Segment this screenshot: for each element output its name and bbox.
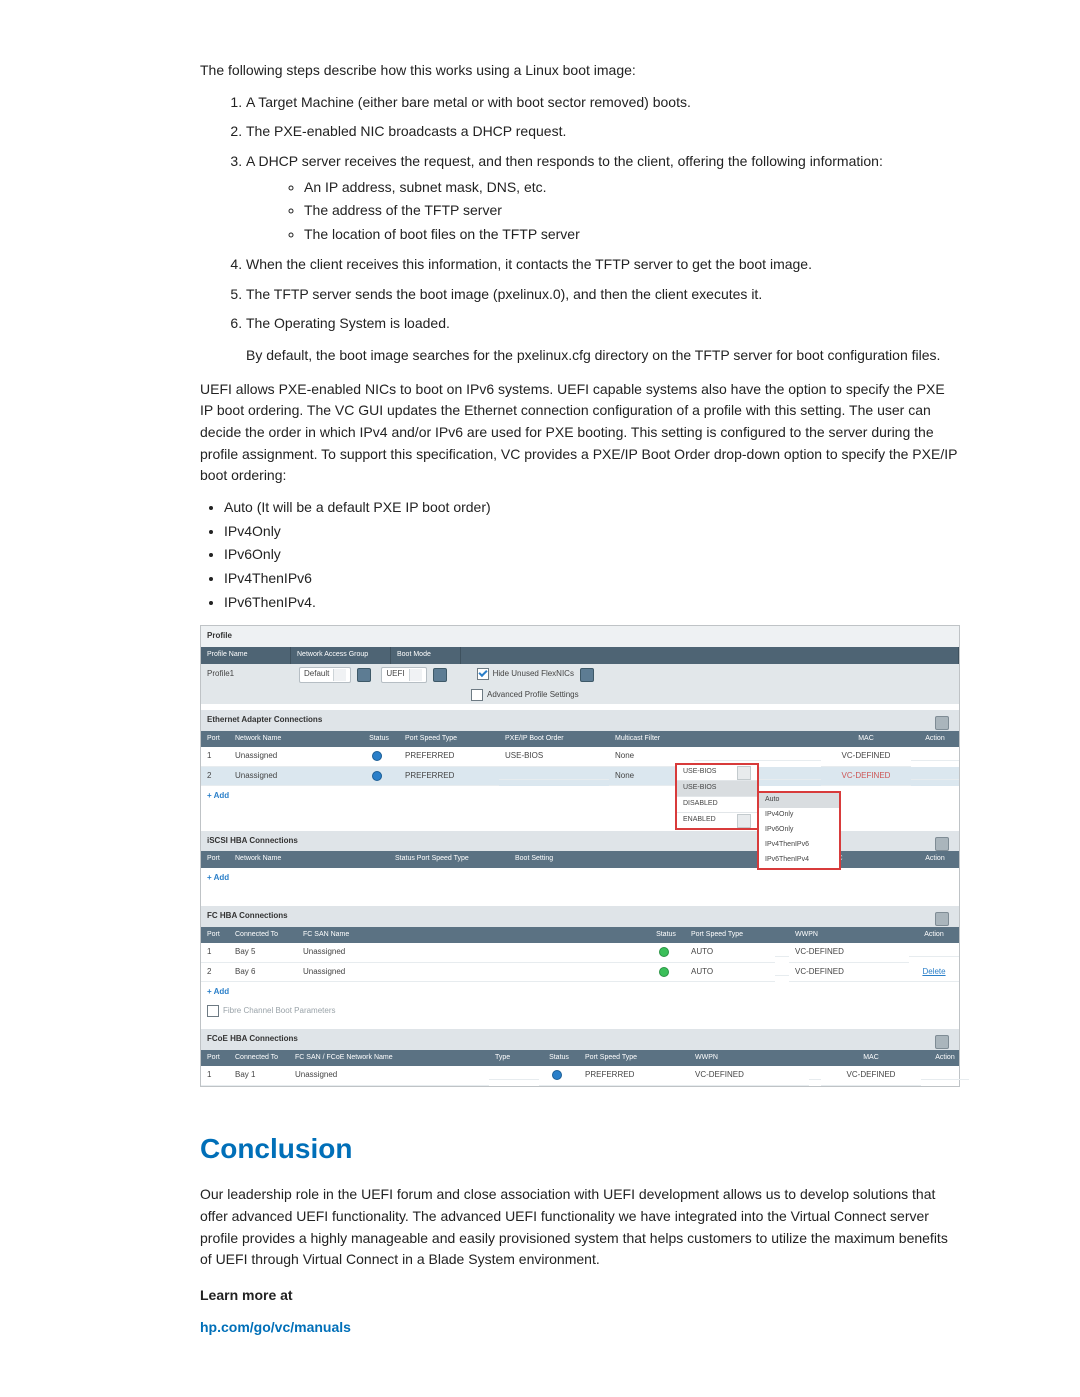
step-sub-item: The address of the TFTP server bbox=[304, 200, 960, 222]
learn-more-label: Learn more at bbox=[200, 1285, 960, 1307]
network-access-group-header: Network Access Group bbox=[291, 647, 391, 664]
checkbox-icon bbox=[471, 689, 483, 701]
chevron-right-icon bbox=[737, 814, 751, 828]
col-port-speed-type: Port Speed Type bbox=[399, 731, 499, 748]
table-row: 1 Bay 1 Unassigned PREFERRED VC-DEFINED … bbox=[201, 1066, 959, 1085]
col-multicast-filter: Multicast Filter bbox=[609, 731, 694, 748]
boot-order-option: IPv4ThenIPv6 bbox=[224, 568, 960, 590]
boot-order-option: Auto (It will be a default PXE IP boot o… bbox=[224, 497, 960, 519]
boot-order-option: IPv6Only bbox=[224, 544, 960, 566]
boot-mode-select[interactable]: UEFI bbox=[381, 667, 426, 683]
fc-boot-params-checkbox[interactable]: Fibre Channel Boot Parameters bbox=[207, 1006, 336, 1015]
fc-hba-panel-title: FC HBA Connections bbox=[201, 906, 959, 926]
col-action: Action bbox=[911, 731, 959, 748]
add-fc-hba-button[interactable]: + Add bbox=[201, 982, 959, 1002]
uefi-paragraph: UEFI allows PXE-enabled NICs to boot on … bbox=[200, 379, 960, 487]
step-sublist: An IP address, subnet mask, DNS, etc. Th… bbox=[278, 177, 960, 246]
step-text: A DHCP server receives the request, and … bbox=[246, 153, 883, 169]
step-text: When the client receives this informatio… bbox=[246, 256, 812, 272]
col-pxe-boot-order: PXE/IP Boot Order bbox=[499, 731, 609, 748]
status-icon bbox=[372, 771, 382, 781]
fcoe-panel-title: FCoE HBA Connections bbox=[201, 1029, 959, 1049]
boot-order-option: IPv4Only bbox=[224, 521, 960, 543]
boot-order-option: IPv6ThenIPv4. bbox=[224, 592, 960, 614]
chevron-down-icon bbox=[737, 766, 751, 780]
nag-action-icon[interactable] bbox=[357, 668, 371, 682]
status-icon bbox=[552, 1070, 562, 1080]
profile-column-header: Profile Name Network Access Group Boot M… bbox=[201, 647, 959, 664]
steps-list: A Target Machine (either bare metal or w… bbox=[200, 92, 960, 335]
col-mac: MAC bbox=[821, 731, 911, 748]
profile-name-header: Profile Name bbox=[201, 647, 291, 664]
col-network-name: Network Name bbox=[229, 731, 359, 748]
collapse-icon[interactable] bbox=[935, 1035, 949, 1049]
ethernet-panel-title: Ethernet Adapter Connections bbox=[201, 710, 959, 730]
table-row: 1 Unassigned PREFERRED USE-BIOS None VC-… bbox=[201, 747, 959, 766]
step-item: When the client receives this informatio… bbox=[246, 254, 960, 276]
collapse-icon[interactable] bbox=[935, 716, 949, 730]
iscsi-header-row: Port Network Name Status Port Speed Type… bbox=[201, 851, 959, 868]
conclusion-heading: Conclusion bbox=[200, 1127, 960, 1170]
table-row: 2 Bay 6 Unassigned AUTO VC-DEFINED Delet… bbox=[201, 963, 959, 982]
step-item: A Target Machine (either bare metal or w… bbox=[246, 92, 960, 114]
add-ethernet-button[interactable]: + Add bbox=[201, 786, 959, 806]
table-row: 2 Unassigned PREFERRED None VC-DEFINED bbox=[201, 767, 959, 786]
profile-name-value[interactable]: Profile1 bbox=[207, 668, 299, 680]
status-icon bbox=[659, 947, 669, 957]
intro-paragraph: The following steps describe how this wo… bbox=[200, 60, 960, 82]
step-item: The TFTP server sends the boot image (px… bbox=[246, 284, 960, 306]
checkbox-icon bbox=[207, 1005, 219, 1017]
add-iscsi-button[interactable]: + Add bbox=[201, 868, 959, 888]
status-icon bbox=[372, 751, 382, 761]
ethernet-header-row: Port Network Name Status Port Speed Type… bbox=[201, 731, 959, 748]
advanced-profile-settings-checkbox[interactable]: Advanced Profile Settings bbox=[471, 689, 579, 702]
step-item: The PXE-enabled NIC broadcasts a DHCP re… bbox=[246, 121, 960, 143]
step-sub-item: An IP address, subnet mask, DNS, etc. bbox=[304, 177, 960, 199]
profile-panel-title: Profile bbox=[201, 626, 959, 646]
step-sub-item: The location of boot files on the TFTP s… bbox=[304, 224, 960, 246]
step-item: A DHCP server receives the request, and … bbox=[246, 151, 960, 246]
conclusion-body: Our leadership role in the UEFI forum an… bbox=[200, 1184, 960, 1271]
table-row: 1 Bay 5 Unassigned AUTO VC-DEFINED bbox=[201, 943, 959, 962]
iscsi-panel-title: iSCSI HBA Connections bbox=[201, 831, 959, 851]
delete-link[interactable]: Delete bbox=[922, 967, 945, 976]
boot-mode-action-icon[interactable] bbox=[433, 668, 447, 682]
pxe-boot-order-dropdown[interactable]: USE-BIOS USE-BIOS DISABLED ENABLED bbox=[675, 763, 759, 830]
network-access-group-select[interactable]: Default bbox=[299, 667, 351, 683]
hide-unused-action-icon[interactable] bbox=[580, 668, 594, 682]
collapse-icon[interactable] bbox=[935, 912, 949, 926]
collapse-icon[interactable] bbox=[935, 837, 949, 851]
col-port: Port bbox=[201, 731, 229, 748]
vc-profile-screenshot: Profile Profile Name Network Access Grou… bbox=[200, 625, 960, 1086]
pxe-ip-order-dropdown[interactable]: Auto IPv4Only IPv6Only IPv4ThenIPv6 IPv6… bbox=[757, 791, 841, 869]
checkbox-icon bbox=[477, 668, 489, 680]
fcoe-header-row: Port Connected To FC SAN / FCoE Network … bbox=[201, 1050, 959, 1067]
advanced-profile-settings-row: Advanced Profile Settings bbox=[201, 686, 959, 705]
fc-header-row: Port Connected To FC SAN Name Status Por… bbox=[201, 927, 959, 944]
chevron-down-icon bbox=[333, 669, 346, 681]
chevron-down-icon bbox=[409, 669, 422, 681]
step-text: The Operating System is loaded. bbox=[246, 315, 450, 331]
profile-input-row: Profile1 Default UEFI Hide Unused FlexNI… bbox=[201, 664, 959, 686]
note-after-steps: By default, the boot image searches for … bbox=[246, 345, 960, 367]
learn-more-link[interactable]: hp.com/go/vc/manuals bbox=[200, 1319, 351, 1335]
status-icon bbox=[659, 967, 669, 977]
step-item: The Operating System is loaded. bbox=[246, 313, 960, 335]
boot-mode-header: Boot Mode bbox=[391, 647, 461, 664]
step-text: A Target Machine (either bare metal or w… bbox=[246, 94, 691, 110]
col-status: Status bbox=[359, 731, 399, 748]
hide-unused-flexnics-checkbox[interactable]: Hide Unused FlexNICs bbox=[477, 668, 574, 681]
step-text: The PXE-enabled NIC broadcasts a DHCP re… bbox=[246, 123, 566, 139]
boot-order-options: Auto (It will be a default PXE IP boot o… bbox=[206, 497, 960, 613]
step-text: The TFTP server sends the boot image (px… bbox=[246, 286, 762, 302]
